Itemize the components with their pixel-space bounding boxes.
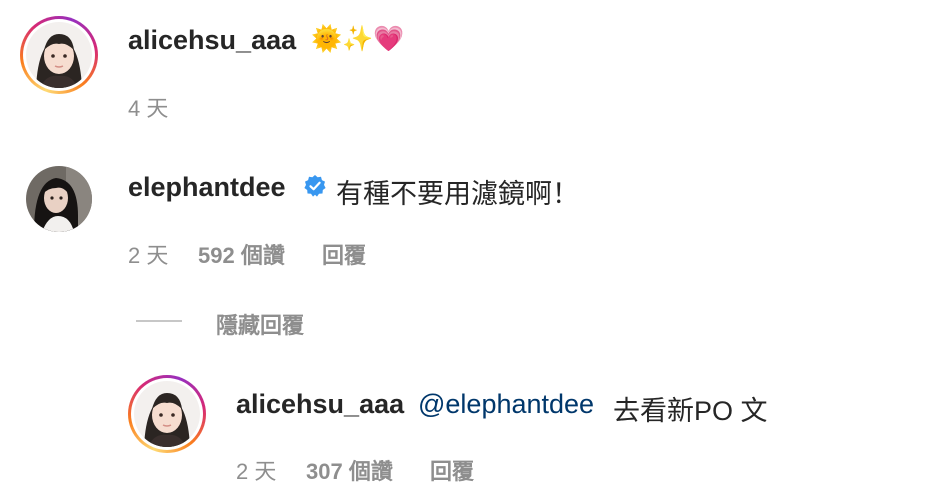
reply-username[interactable]: alicehsu_aaa (236, 389, 404, 420)
reply-text: 去看新PO 文 (613, 396, 768, 426)
comment-likes[interactable]: 592 個讚 (198, 238, 285, 270)
verified-badge-icon (303, 174, 327, 198)
avatar (26, 22, 92, 88)
comment-username[interactable]: elephantdee (128, 172, 286, 203)
reply-button[interactable]: 回覆 (430, 454, 474, 486)
comment-text: 有種不要用濾鏡啊！ (336, 179, 579, 209)
replies-divider (136, 320, 182, 322)
reply-likes[interactable]: 307 個讚 (306, 454, 393, 486)
comment-username[interactable]: alicehsu_aaa (128, 25, 296, 56)
reply-mention-link[interactable]: @elephantdee (418, 389, 594, 420)
comment-time[interactable]: 2 天 (128, 238, 168, 270)
comment-emoji: 🌞✨💗 (311, 25, 405, 53)
comment-time[interactable]: 4 天 (128, 91, 168, 123)
avatar-alicehsu-story-ring[interactable] (20, 16, 98, 94)
avatar (134, 381, 200, 447)
avatar-elephantdee[interactable] (26, 166, 92, 232)
reply-time[interactable]: 2 天 (236, 454, 276, 486)
hide-replies-button[interactable]: 隱藏回覆 (216, 308, 304, 340)
reply-button[interactable]: 回覆 (322, 238, 366, 270)
avatar-alicehsu-story-ring[interactable] (128, 375, 206, 453)
